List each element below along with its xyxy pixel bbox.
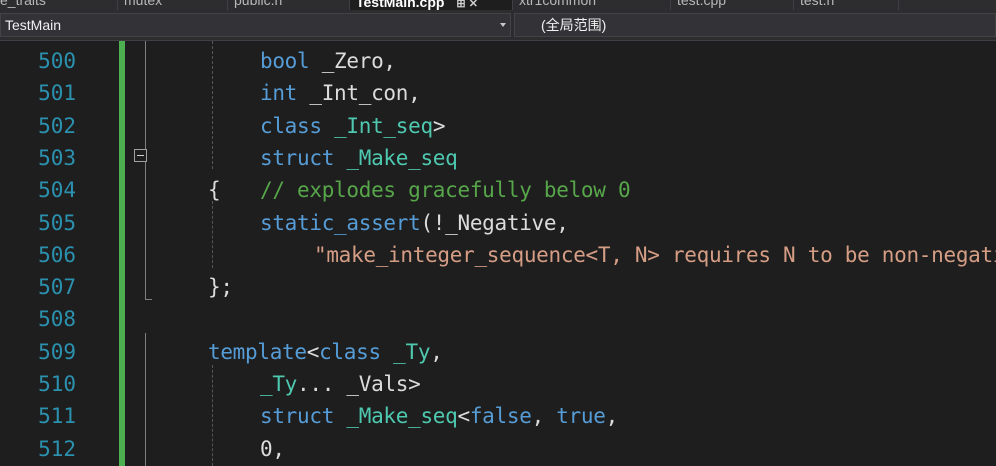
code-token: _Ty xyxy=(260,372,298,396)
code-token: _Int_con, xyxy=(297,81,421,106)
code-token: (!_Negative, xyxy=(420,210,569,235)
code-text: 0, xyxy=(260,433,285,465)
code-token: , xyxy=(531,404,557,429)
code-line[interactable]: 508 xyxy=(0,303,996,335)
code-token: }; xyxy=(208,275,233,300)
code-line[interactable]: 501 int _Int_con, xyxy=(0,77,996,109)
code-token: true xyxy=(556,404,606,429)
code-token: ... _Vals> xyxy=(297,372,421,396)
line-number: 501 xyxy=(38,81,76,106)
line-number: 504 xyxy=(38,178,76,203)
code-token: _Ty xyxy=(393,339,431,364)
code-line[interactable]: 500 bool _Zero, xyxy=(0,45,996,77)
code-line[interactable]: 509 template<class _Ty, xyxy=(0,336,996,368)
code-text: struct _Make_seq xyxy=(260,142,458,174)
chevron-down-icon[interactable] xyxy=(500,23,506,27)
tab-label: public.h xyxy=(234,0,283,8)
tab-label: test.h xyxy=(800,0,835,8)
code-token: int xyxy=(260,81,298,106)
line-number: 511 xyxy=(38,404,76,429)
code-text: class _Int_seq> xyxy=(260,110,445,142)
code-token: , xyxy=(430,339,443,364)
line-number: 507 xyxy=(38,275,76,300)
navigation-bar: TestMain (全局范围) xyxy=(0,10,996,41)
code-text: struct _Make_seq<false, true, xyxy=(260,400,618,432)
code-line[interactable]: 507}; xyxy=(0,271,996,303)
tab-label: test.cpp xyxy=(677,0,727,8)
code-token: false xyxy=(469,404,532,429)
tab-label: mutex xyxy=(124,0,163,8)
code-text: int _Int_con, xyxy=(260,77,421,109)
pin-close-icons[interactable]: ⊞ ✕ xyxy=(456,0,478,10)
line-number: 506 xyxy=(38,242,76,267)
line-number: 509 xyxy=(38,339,76,364)
tab-mutex[interactable]: mutex xyxy=(118,0,228,10)
project-scope-label: TestMain xyxy=(5,17,62,33)
code-token: 0, xyxy=(260,436,285,461)
code-text: static_assert(!_Negative, xyxy=(260,207,569,239)
line-number: 510 xyxy=(38,372,76,396)
tab-xtr1common[interactable]: xtr1common xyxy=(513,0,671,10)
tab-label: TestMain.cpp xyxy=(356,0,445,10)
code-text: bool _Zero, xyxy=(260,45,396,77)
code-line[interactable]: 511 struct _Make_seq<false, true, xyxy=(0,400,996,432)
code-token: "make_integer_sequence<T, N> requires N … xyxy=(314,242,996,267)
project-scope-dropdown[interactable]: TestMain xyxy=(0,13,511,37)
line-number: 512 xyxy=(38,436,76,461)
code-token: template xyxy=(208,339,307,364)
code-line[interactable]: 502 class _Int_seq> xyxy=(0,110,996,142)
code-token: class xyxy=(319,339,381,364)
code-token: // explodes gracefully below 0 xyxy=(260,178,631,203)
code-line[interactable]: 505 static_assert(!_Negative, xyxy=(0,207,996,239)
code-token: < xyxy=(457,404,471,429)
code-text: // explodes gracefully below 0 xyxy=(260,174,631,206)
code-line[interactable]: 504 { // explodes gracefully below 0 xyxy=(0,174,996,206)
code-text: "make_integer_sequence<T, N> requires N … xyxy=(314,239,996,271)
code-token: _Make_seq xyxy=(346,145,458,170)
code-token: _Make_seq xyxy=(346,404,458,429)
document-tab-bar: e_traits mutex public.h TestMain.cpp ⊞ ✕ … xyxy=(0,0,996,10)
global-scope-dropdown[interactable]: (全局范围) xyxy=(514,13,996,37)
code-token: bool xyxy=(260,49,310,73)
code-line[interactable]: 510 _Ty... _Vals> xyxy=(0,368,996,400)
code-editor[interactable]: 500 bool _Zero, 501 int _Int_con, 502 class _… xyxy=(0,41,996,466)
tab-label: xtr1common xyxy=(519,0,597,8)
code-text: }; xyxy=(208,271,233,303)
code-line[interactable]: 503 struct _Make_seq xyxy=(0,142,996,174)
code-token: < xyxy=(306,339,320,364)
line-number: 508 xyxy=(38,307,76,332)
code-token: static_assert xyxy=(260,210,421,235)
code-token: _Int_seq xyxy=(334,113,433,138)
code-line[interactable]: 512 0, xyxy=(0,433,996,465)
code-token: , xyxy=(605,404,619,429)
code-token: struct xyxy=(260,404,335,429)
tab-test-h[interactable]: test.h xyxy=(794,0,899,10)
tab-public-h[interactable]: public.h xyxy=(228,0,350,10)
tab-label: e_traits xyxy=(0,0,46,8)
global-scope-label: (全局范围) xyxy=(541,17,607,33)
code-token: struct xyxy=(260,145,335,170)
code-line[interactable]: 506 "make_integer_sequence<T, N> requires… xyxy=(0,239,996,271)
line-number: 500 xyxy=(38,49,76,73)
open-brace: { xyxy=(208,178,221,203)
line-number: 502 xyxy=(38,113,76,138)
tab-e-traits[interactable]: e_traits xyxy=(0,0,118,10)
code-token: > xyxy=(432,113,446,138)
tab-testmain-cpp[interactable]: TestMain.cpp ⊞ ✕ xyxy=(350,0,513,10)
line-number: 503 xyxy=(38,145,76,170)
code-text: template<class _Ty, xyxy=(208,336,443,368)
code-token: class xyxy=(260,113,322,138)
code-text: _Ty... _Vals> xyxy=(260,368,421,400)
tab-test-cpp[interactable]: test.cpp xyxy=(671,0,794,10)
code-token: _Zero, xyxy=(309,49,396,73)
line-number: 505 xyxy=(38,210,76,235)
